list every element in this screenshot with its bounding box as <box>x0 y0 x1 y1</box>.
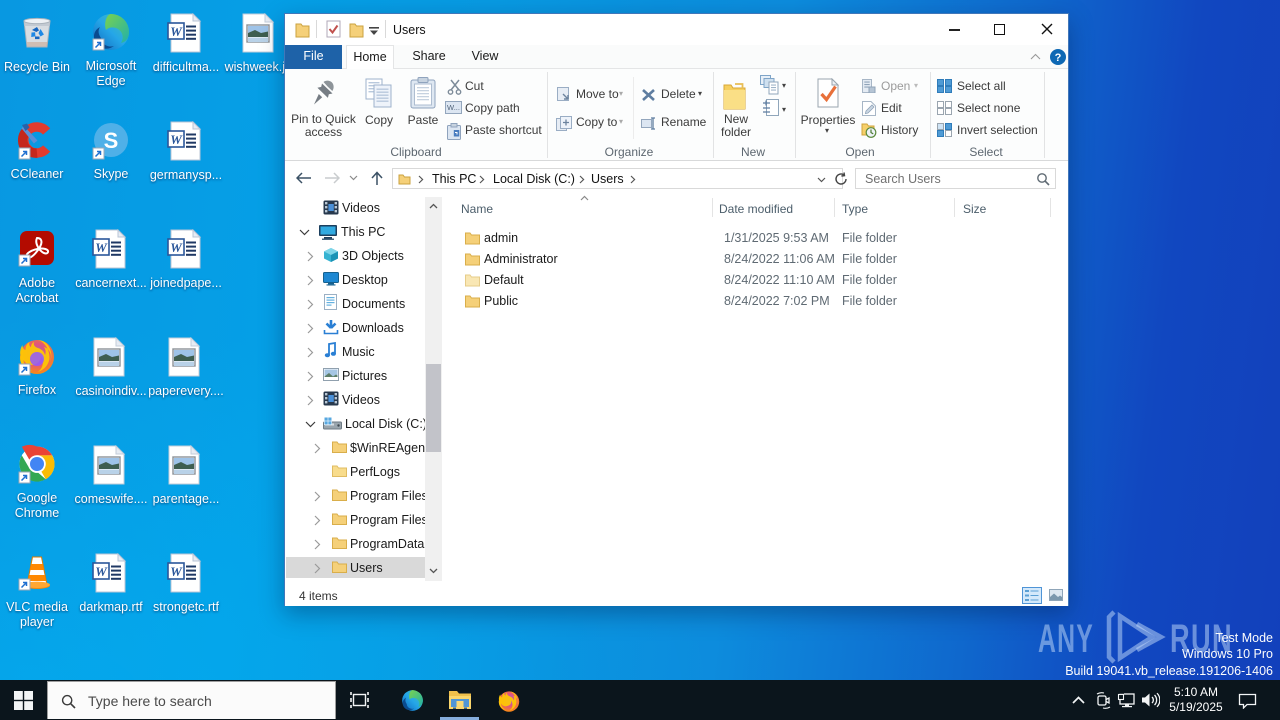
svg-text:W: W <box>170 564 183 579</box>
svg-text:W: W <box>170 240 183 255</box>
svg-text:S: S <box>104 128 119 153</box>
svg-text:W...: W... <box>447 103 460 112</box>
svg-text:W: W <box>170 24 183 39</box>
svg-text:W: W <box>170 132 183 147</box>
svg-text:W: W <box>95 240 108 255</box>
svg-text:W: W <box>95 564 108 579</box>
svg-text:?: ? <box>1055 52 1062 64</box>
